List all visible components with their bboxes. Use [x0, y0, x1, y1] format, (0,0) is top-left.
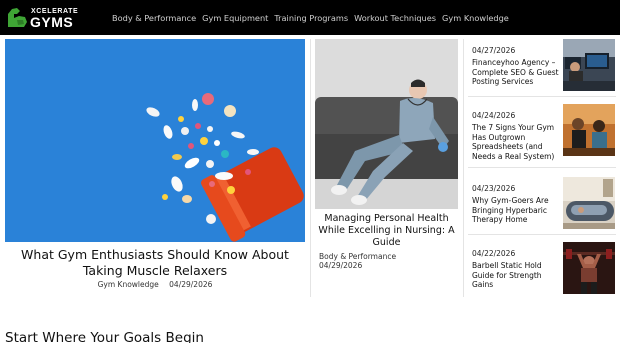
featured-date: 04/29/2026	[169, 280, 213, 289]
list-divider	[468, 96, 616, 97]
side-item-thumbnail[interactable]	[563, 39, 615, 91]
middle-date: 04/29/2026	[319, 261, 363, 270]
middle-article-meta: Body & Performance 04/29/2026	[315, 252, 458, 270]
site-logo[interactable]: XCELERATE GYMS	[5, 5, 95, 30]
column-divider	[310, 39, 311, 297]
side-item-title[interactable]: Why Gym-Goers Are Bringing Hyperbaric Th…	[472, 196, 560, 225]
side-item-title[interactable]: Barbell Static Hold Guide for Strength G…	[472, 261, 560, 290]
list-item[interactable]: 04/22/2026 Barbell Static Hold Guide for…	[468, 242, 616, 302]
barbell-lifter-thumb	[563, 242, 615, 294]
nav-item-gym-knowledge[interactable]: Gym Knowledge	[442, 13, 509, 23]
featured-article-image[interactable]	[5, 39, 305, 242]
hyperbaric-chamber-thumb	[563, 177, 615, 229]
side-item-title[interactable]: Financeyhoo Agency – Complete SEO & Gues…	[472, 58, 560, 87]
middle-category[interactable]: Body & Performance	[319, 252, 396, 261]
side-item-thumbnail[interactable]	[563, 177, 615, 229]
logo-text-big: GYMS	[30, 14, 74, 30]
nav-item-training-programs[interactable]: Training Programs	[274, 13, 348, 23]
list-item[interactable]: 04/23/2026 Why Gym-Goers Are Bringing Hy…	[468, 177, 616, 237]
list-divider	[468, 167, 616, 168]
gym-class-thumb	[563, 104, 615, 156]
side-item-date: 04/27/2026	[472, 46, 516, 55]
side-item-thumbnail[interactable]	[563, 242, 615, 294]
office-monitors-thumb	[563, 39, 615, 91]
list-item[interactable]: 04/27/2026 Financeyhoo Agency – Complete…	[468, 39, 616, 99]
side-item-date: 04/22/2026	[472, 249, 516, 258]
column-divider	[463, 39, 464, 297]
middle-article-title[interactable]: Managing Personal Health While Excelling…	[315, 213, 458, 249]
muscle-arm-icon	[8, 8, 27, 27]
featured-article-title[interactable]: What Gym Enthusiasts Should Know About T…	[5, 247, 305, 279]
nav-item-gym-equipment[interactable]: Gym Equipment	[202, 13, 268, 23]
section-heading: Start Where Your Goals Begin	[5, 330, 204, 343]
middle-article-image[interactable]	[315, 39, 458, 209]
side-item-thumbnail[interactable]	[563, 104, 615, 156]
main-nav: Body & Performance Gym Equipment Trainin…	[112, 13, 509, 23]
pills-bottle-image	[5, 39, 305, 242]
tired-nurse-image	[315, 39, 458, 209]
list-divider	[468, 234, 616, 235]
side-item-date: 04/23/2026	[472, 184, 516, 193]
featured-article-meta: Gym Knowledge 04/29/2026	[5, 280, 305, 289]
featured-category[interactable]: Gym Knowledge	[98, 280, 159, 289]
nav-item-workout-techniques[interactable]: Workout Techniques	[354, 13, 436, 23]
top-navigation-bar: XCELERATE GYMS Body & Performance Gym Eq…	[0, 0, 620, 35]
nav-item-body-performance[interactable]: Body & Performance	[112, 13, 196, 23]
side-item-title[interactable]: The 7 Signs Your Gym Has Outgrown Spread…	[472, 123, 560, 161]
side-item-date: 04/24/2026	[472, 111, 516, 120]
list-item[interactable]: 04/24/2026 The 7 Signs Your Gym Has Outg…	[468, 104, 616, 164]
